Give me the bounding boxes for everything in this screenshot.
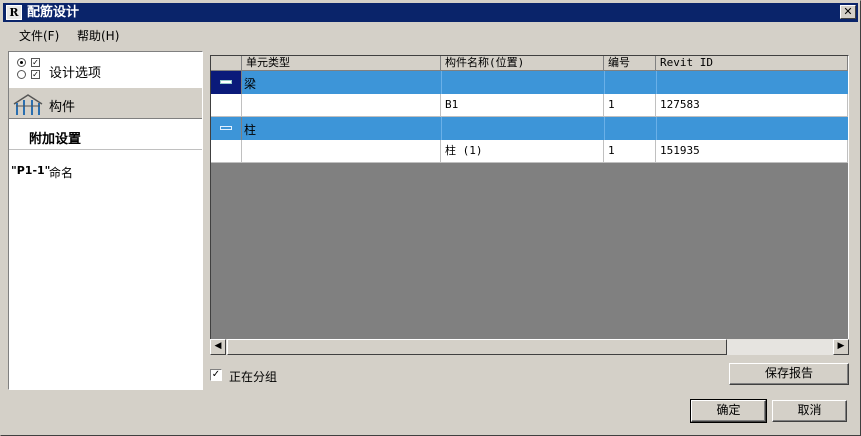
scroll-left-icon[interactable]: ◀ [210,339,226,355]
naming-label: 命名 [49,166,74,180]
menu-file[interactable]: 文件(F) [19,27,59,44]
structure-frame-icon [13,94,43,115]
save-report-button[interactable]: 保存报告 [729,363,849,385]
design-options-row[interactable]: ✓ ✓ 设计选项 [15,58,195,82]
group-label: 柱 [244,123,257,137]
group-row-column[interactable]: 柱 [211,117,848,140]
row-toggle-cell [211,94,242,117]
grid-header: 单元类型 构件名称(位置) 编号 Revit ID [211,56,848,71]
radio-on-icon[interactable] [17,58,26,67]
cell-unit-type[interactable] [242,94,441,117]
cell-revit-id[interactable]: 151935 [656,140,848,163]
row-toggle-cell [211,140,242,163]
group-divider [604,71,605,94]
group-label: 梁 [244,77,257,91]
group-divider [441,117,442,140]
close-button[interactable]: ✕ [840,5,856,19]
group-toggle[interactable] [211,117,242,140]
cell-number[interactable]: 1 [604,94,656,117]
header-number[interactable]: 编号 [604,56,656,71]
menu-help[interactable]: 帮助(H) [77,27,119,44]
group-divider [604,117,605,140]
checkbox-checked-icon[interactable]: ✓ [31,58,40,67]
grouping-checkbox[interactable]: ✓ [210,369,222,381]
revit-app-icon: R [6,5,22,20]
nav-item-extra-settings[interactable]: 附加设置 [9,120,202,150]
cell-component-name[interactable]: 柱 (1) [441,140,604,163]
nav-item-naming[interactable]: "P1-1" 命名 [11,164,201,182]
left-nav-panel: ✓ ✓ 设计选项 构件 附加设置 "P1-1" 命名 [8,51,203,390]
grouping-label: 正在分组 [229,370,278,384]
table-row[interactable]: 柱 (1) 1 151935 [211,140,848,163]
naming-code: "P1-1" [11,164,51,177]
group-divider [441,71,442,94]
window-title: 配筋设计 [27,5,80,20]
component-grid[interactable]: 单元类型 构件名称(位置) 编号 Revit ID 梁 B1 1 127583 [210,55,849,355]
nav-item-component[interactable]: 构件 [9,87,202,119]
checkbox-checked-icon[interactable]: ✓ [31,70,40,79]
header-unit-type[interactable]: 单元类型 [242,56,441,71]
cancel-button[interactable]: 取消 [772,400,847,422]
table-row[interactable]: B1 1 127583 [211,94,848,117]
scroll-right-icon[interactable]: ▶ [833,339,849,355]
cell-number[interactable]: 1 [604,140,656,163]
dialog-window: R 配筋设计 ✕ 文件(F) 帮助(H) ✓ ✓ 设计选项 构件 附加设置 "P… [0,0,861,436]
group-row-beam[interactable]: 梁 [211,71,848,94]
cell-component-name[interactable]: B1 [441,94,604,117]
design-options-label: 设计选项 [49,66,102,81]
radio-off-icon[interactable] [17,70,26,79]
header-toggle-col [211,56,242,71]
collapse-icon [220,80,232,84]
title-bar: R 配筋设计 ✕ [3,3,858,22]
collapse-icon [220,126,232,130]
group-divider [656,117,657,140]
menu-bar: 文件(F) 帮助(H) [3,23,858,45]
cell-revit-id[interactable]: 127583 [656,94,848,117]
header-revit-id[interactable]: Revit ID [656,56,848,71]
group-toggle[interactable] [211,71,242,94]
ok-button[interactable]: 确定 [690,399,767,423]
cell-unit-type[interactable] [242,140,441,163]
extra-settings-label: 附加设置 [29,132,82,147]
header-component-name[interactable]: 构件名称(位置) [441,56,604,71]
horizontal-scrollbar[interactable]: ◀ ▶ [210,339,849,355]
scroll-thumb[interactable] [227,339,727,355]
group-divider [656,71,657,94]
component-label: 构件 [49,100,76,115]
